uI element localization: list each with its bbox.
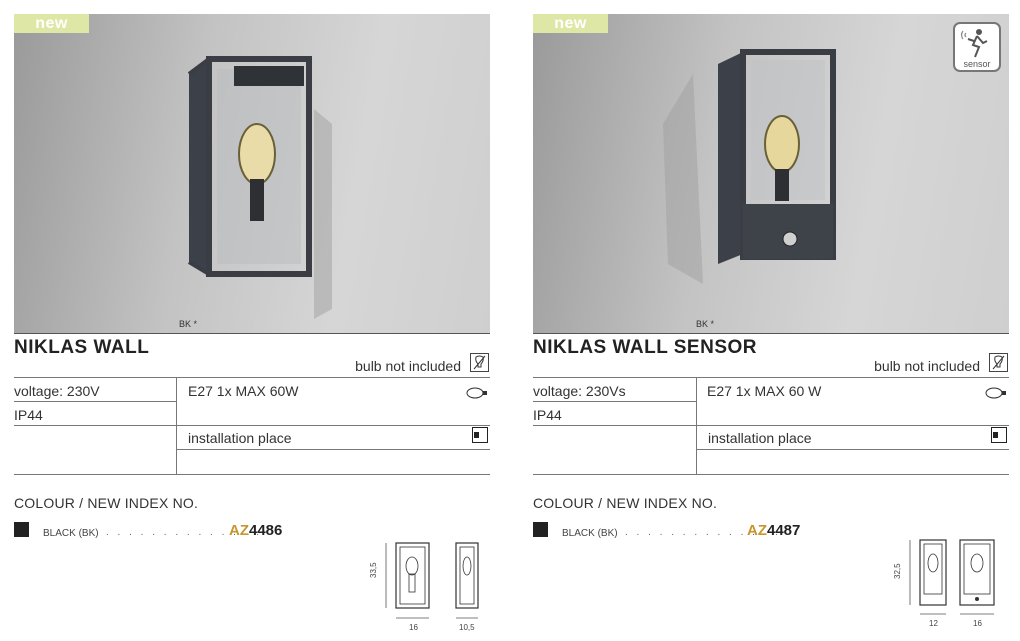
index-digits: 4486	[249, 522, 283, 539]
ip-spec: IP44	[14, 407, 43, 423]
dim-height: 33,5	[369, 562, 378, 578]
photo-caption: BK *	[696, 319, 715, 329]
table-rule	[533, 401, 696, 402]
new-badge: new	[533, 14, 608, 33]
colour-label: BLACK (BK)	[562, 528, 618, 539]
sensor-icon: sensor	[953, 22, 1001, 72]
installation-place-icon	[472, 427, 488, 443]
product-panel-niklas-wall-sensor: new BK * sensor NIKLAS WALL SENSOR bulb …	[533, 0, 1010, 641]
bulb-note: bulb not included	[355, 358, 461, 374]
table-rule	[533, 377, 1009, 378]
product-title: NIKLAS WALL	[14, 337, 150, 358]
product-panel-niklas-wall: new BK * NIKLAS WALL bulb not included v…	[14, 0, 491, 641]
index-digits: 4487	[767, 522, 801, 539]
table-rule	[533, 474, 1009, 475]
voltage-spec: voltage: 230Vs	[533, 383, 626, 399]
bulb-spec: E27 1x MAX 60 W	[707, 383, 822, 399]
colour-heading: COLOUR / NEW INDEX NO.	[14, 495, 199, 511]
divider	[533, 333, 1009, 334]
table-rule	[14, 425, 490, 426]
photo-caption: BK *	[179, 319, 198, 329]
ip-spec: IP44	[533, 407, 562, 423]
colour-swatch	[14, 522, 29, 537]
dim-depth: 10,5	[459, 623, 475, 632]
spec-table: voltage: 230Vs IP44 E27 1x MAX 60 W inst…	[533, 377, 1009, 475]
product-photo: new BK *	[14, 14, 490, 333]
lamp-bulb-icon	[466, 387, 487, 399]
voltage-spec: voltage: 230V	[14, 383, 100, 399]
dim-height: 32,5	[893, 563, 902, 579]
colour-heading: COLOUR / NEW INDEX NO.	[533, 495, 718, 511]
lamp-photo-illustration	[663, 49, 836, 284]
lamp-photo-illustration	[187, 56, 332, 319]
dimension-drawing: 32,5 12 16	[893, 539, 995, 628]
dim-depth: 16	[973, 619, 982, 628]
bulb-note: bulb not included	[874, 358, 980, 374]
bulb-spec: E27 1x MAX 60W	[188, 383, 299, 399]
installation-spec: installation place	[188, 430, 292, 446]
product-title: NIKLAS WALL SENSOR	[533, 337, 757, 358]
index-number: AZ4486	[229, 522, 282, 539]
table-rule	[14, 474, 490, 475]
dimension-drawing: 33,5 16 10,5	[369, 542, 479, 632]
lamp-bulb-icon	[985, 387, 1006, 399]
table-rule	[176, 449, 490, 450]
table-rule	[696, 449, 1009, 450]
table-rule	[14, 377, 490, 378]
index-number: AZ4487	[747, 522, 800, 539]
new-badge: new	[14, 14, 89, 33]
bulb-not-included-icon	[989, 353, 1008, 372]
table-rule	[696, 377, 697, 475]
spec-table: voltage: 230V IP44 E27 1x MAX 60W instal…	[14, 377, 490, 475]
sensor-label: sensor	[963, 59, 991, 69]
colour-label: BLACK (BK)	[43, 528, 99, 539]
product-photo: new BK * sensor	[533, 14, 1009, 333]
table-rule	[176, 377, 177, 475]
divider	[14, 333, 490, 334]
index-prefix: AZ	[229, 522, 249, 539]
table-rule	[14, 401, 176, 402]
installation-place-icon	[991, 427, 1007, 443]
dim-width: 16	[409, 623, 418, 632]
installation-spec: installation place	[708, 430, 812, 446]
dim-width: 12	[929, 619, 938, 628]
table-rule	[533, 425, 1009, 426]
colour-swatch	[533, 522, 548, 537]
bulb-not-included-icon	[470, 353, 489, 372]
index-prefix: AZ	[747, 522, 767, 539]
